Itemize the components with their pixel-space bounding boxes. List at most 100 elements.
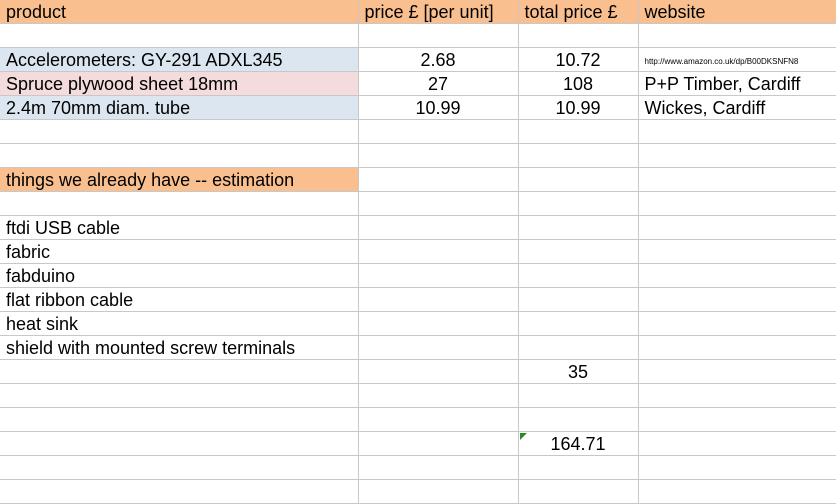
cell[interactable]: [358, 335, 519, 361]
cell[interactable]: [0, 23, 359, 49]
header-total-price[interactable]: total price £: [518, 0, 639, 25]
cell[interactable]: [0, 431, 359, 456]
cell[interactable]: [0, 455, 359, 480]
cell[interactable]: [358, 239, 519, 265]
list-item: fabduino: [0, 263, 836, 289]
estimate-total[interactable]: 35: [518, 359, 639, 384]
list-item: flat ribbon cable: [0, 287, 836, 313]
item-price[interactable]: 2.68: [358, 47, 519, 73]
empty-row: [0, 119, 836, 145]
cell[interactable]: [518, 239, 639, 265]
item-website[interactable]: http://www.amazon.co.uk/dp/B00DKSNFN8: [638, 47, 836, 73]
cell[interactable]: [638, 215, 836, 241]
cell[interactable]: [638, 335, 836, 361]
cell[interactable]: [518, 287, 639, 313]
cell[interactable]: [358, 143, 519, 169]
cell[interactable]: [518, 143, 639, 169]
empty-row: [0, 191, 836, 217]
header-product[interactable]: product: [0, 0, 359, 25]
cell[interactable]: [358, 479, 519, 504]
cell[interactable]: [518, 119, 639, 145]
cell[interactable]: [638, 239, 836, 265]
have-item[interactable]: shield with mounted screw terminals: [0, 335, 359, 361]
have-item[interactable]: heat sink: [0, 311, 359, 337]
item-website[interactable]: Wickes, Cardiff: [638, 95, 836, 121]
empty-row: [0, 455, 836, 480]
item-total[interactable]: 10.72: [518, 47, 639, 73]
cell[interactable]: [0, 383, 359, 408]
cell[interactable]: [638, 191, 836, 217]
cell[interactable]: [518, 455, 639, 480]
cell[interactable]: [358, 431, 519, 456]
cell[interactable]: [518, 215, 639, 241]
item-product[interactable]: Accelerometers: GY-291 ADXL345: [0, 47, 359, 73]
cell[interactable]: [358, 119, 519, 145]
spreadsheet-grid: product price £ [per unit] total price £…: [0, 0, 836, 504]
cell[interactable]: [638, 383, 836, 408]
cell[interactable]: [0, 191, 359, 217]
cell[interactable]: [358, 215, 519, 241]
cell[interactable]: [638, 167, 836, 193]
cell[interactable]: [638, 407, 836, 432]
grand-total[interactable]: 164.71: [518, 431, 639, 456]
cell[interactable]: [638, 143, 836, 169]
empty-row: [0, 143, 836, 169]
cell[interactable]: [358, 383, 519, 408]
table-row: Spruce plywood sheet 18mm 27 108 P+P Tim…: [0, 71, 836, 97]
cell[interactable]: [0, 359, 359, 384]
empty-row: [0, 383, 836, 408]
cell[interactable]: [518, 335, 639, 361]
cell[interactable]: [0, 119, 359, 145]
cell[interactable]: [518, 479, 639, 504]
cell[interactable]: [638, 359, 836, 384]
item-product[interactable]: 2.4m 70mm diam. tube: [0, 95, 359, 121]
cell[interactable]: [518, 311, 639, 337]
cell[interactable]: [0, 143, 359, 169]
have-item[interactable]: ftdi USB cable: [0, 215, 359, 241]
cell[interactable]: [0, 407, 359, 432]
table-row: Accelerometers: GY-291 ADXL345 2.68 10.7…: [0, 47, 836, 73]
cell[interactable]: [358, 359, 519, 384]
item-price[interactable]: 27: [358, 71, 519, 97]
cell[interactable]: [358, 311, 519, 337]
cell[interactable]: [518, 191, 639, 217]
have-item[interactable]: fabduino: [0, 263, 359, 289]
cell[interactable]: [518, 263, 639, 289]
cell[interactable]: [638, 455, 836, 480]
cell[interactable]: [638, 263, 836, 289]
cell[interactable]: [638, 431, 836, 456]
cell[interactable]: [638, 23, 836, 49]
cell[interactable]: [358, 263, 519, 289]
item-website[interactable]: P+P Timber, Cardiff: [638, 71, 836, 97]
cell[interactable]: [358, 287, 519, 313]
list-item: shield with mounted screw terminals: [0, 335, 836, 361]
cell[interactable]: [358, 407, 519, 432]
item-total[interactable]: 10.99: [518, 95, 639, 121]
cell[interactable]: [518, 407, 639, 432]
cell[interactable]: [518, 23, 639, 49]
cell[interactable]: [638, 479, 836, 504]
have-item[interactable]: fabric: [0, 239, 359, 265]
cell[interactable]: [518, 383, 639, 408]
section-heading[interactable]: things we already have -- estimation: [0, 167, 359, 193]
section-row: things we already have -- estimation: [0, 167, 836, 193]
cell[interactable]: [358, 23, 519, 49]
header-website[interactable]: website: [638, 0, 836, 25]
grand-total-row: 164.71: [0, 431, 836, 456]
cell[interactable]: [358, 167, 519, 193]
item-price[interactable]: 10.99: [358, 95, 519, 121]
item-total[interactable]: 108: [518, 71, 639, 97]
item-product[interactable]: Spruce plywood sheet 18mm: [0, 71, 359, 97]
cell[interactable]: [638, 287, 836, 313]
estimate-row: 35: [0, 359, 836, 384]
table-row: 2.4m 70mm diam. tube 10.99 10.99 Wickes,…: [0, 95, 836, 121]
cell[interactable]: [358, 455, 519, 480]
cell[interactable]: [638, 311, 836, 337]
header-price-unit[interactable]: price £ [per unit]: [358, 0, 519, 25]
cell[interactable]: [638, 119, 836, 145]
empty-row: [0, 23, 836, 49]
have-item[interactable]: flat ribbon cable: [0, 287, 359, 313]
cell[interactable]: [358, 191, 519, 217]
cell[interactable]: [0, 479, 359, 504]
cell[interactable]: [518, 167, 639, 193]
